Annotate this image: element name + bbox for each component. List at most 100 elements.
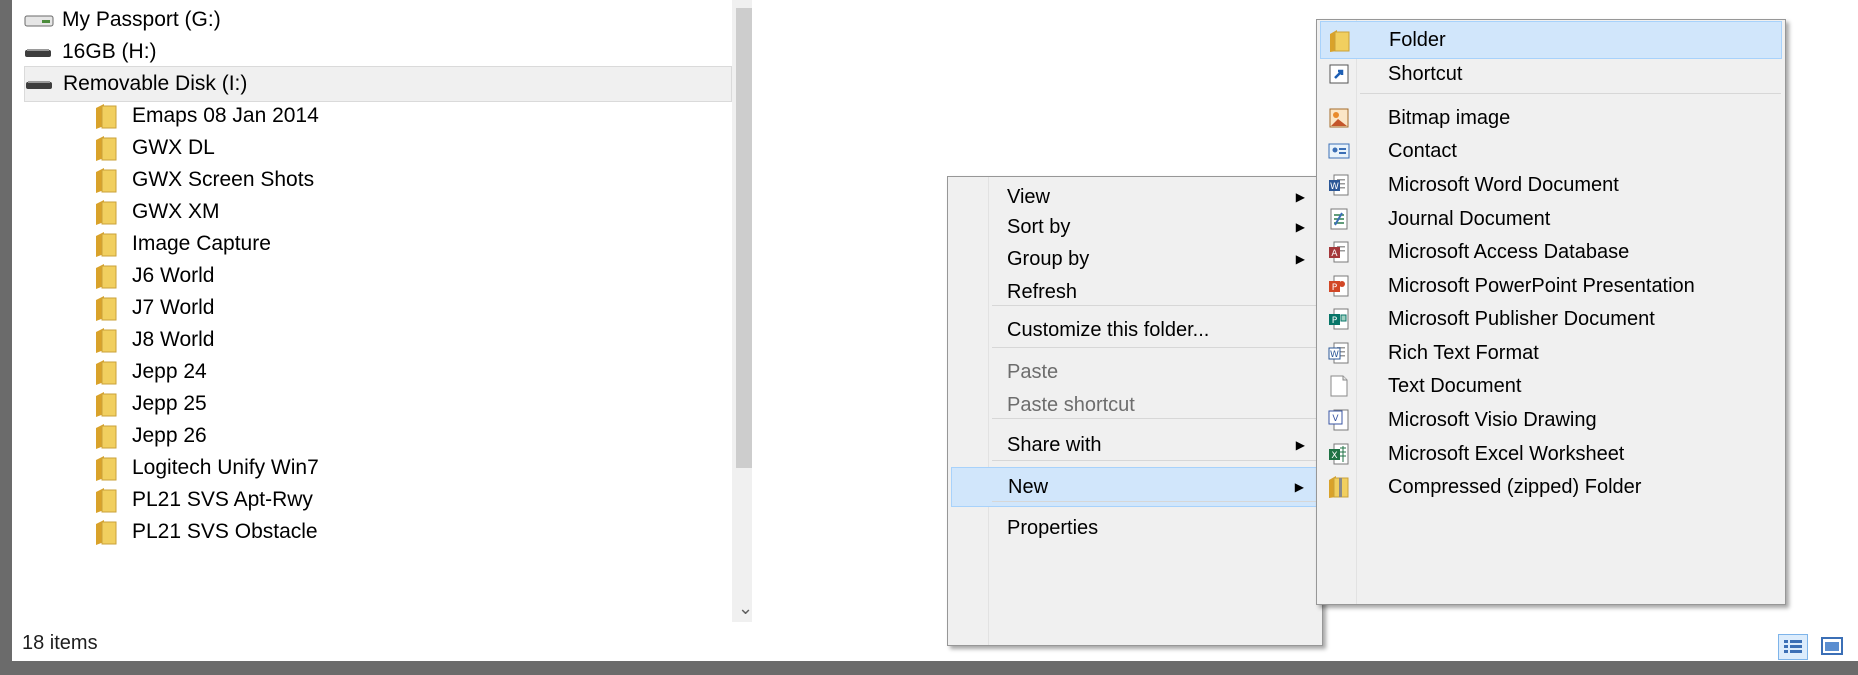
new-menu-item-microsoft-visio-drawing[interactable]: V Microsoft Visio Drawing bbox=[1320, 401, 1782, 439]
word-icon: W bbox=[1328, 173, 1350, 197]
large-icons-view-button[interactable] bbox=[1818, 634, 1848, 660]
folder-label: J8 World bbox=[132, 328, 215, 351]
powerpoint-icon: P bbox=[1328, 274, 1350, 298]
folder-icon bbox=[94, 294, 118, 322]
new-menu-item-folder[interactable]: Folder bbox=[1320, 21, 1782, 59]
menu-separator bbox=[992, 347, 1318, 348]
folder-label: Logitech Unify Win7 bbox=[132, 456, 319, 479]
nav-folder-item[interactable]: J7 World bbox=[94, 290, 714, 326]
nav-folder-item[interactable]: J8 World bbox=[94, 322, 714, 358]
nav-folder-item[interactable]: Logitech Unify Win7 bbox=[94, 450, 714, 486]
menu-item-label: Rich Text Format bbox=[1388, 341, 1539, 364]
new-menu-item-microsoft-publisher-document[interactable]: P Microsoft Publisher Document bbox=[1320, 300, 1782, 338]
nav-folder-item[interactable]: Jepp 24 bbox=[94, 354, 714, 390]
nav-folder-item[interactable]: PL21 SVS Obstacle bbox=[94, 514, 714, 550]
new-menu-item-contact[interactable]: Contact bbox=[1320, 132, 1782, 170]
rtf-icon: W bbox=[1328, 341, 1350, 365]
external-drive-icon bbox=[24, 12, 56, 28]
folder-label: J6 World bbox=[132, 264, 215, 287]
folder-icon bbox=[94, 518, 118, 546]
menu-item-label: Journal Document bbox=[1388, 207, 1551, 230]
usb-drive-icon bbox=[25, 76, 57, 92]
nav-folder-item[interactable]: J6 World bbox=[94, 258, 714, 294]
details-view-icon bbox=[1784, 640, 1802, 653]
context-menu-item-properties[interactable]: Properties bbox=[951, 508, 1319, 548]
menu-item-label: Bitmap image bbox=[1388, 106, 1511, 129]
menu-item-label: Paste bbox=[1007, 360, 1059, 383]
window-frame-left bbox=[0, 0, 12, 675]
folder-icon bbox=[94, 230, 118, 258]
nav-folder-item[interactable]: Image Capture bbox=[94, 226, 714, 262]
menu-item-label: Microsoft Publisher Document bbox=[1388, 307, 1655, 330]
folder-label: Emaps 08 Jan 2014 bbox=[132, 104, 319, 127]
folder-icon bbox=[94, 358, 118, 386]
menu-item-label: Group by bbox=[1007, 247, 1090, 270]
context-menu-item-share-with[interactable]: Share with ▶ bbox=[951, 425, 1319, 465]
contact-icon bbox=[1328, 139, 1350, 163]
submenu-arrow-icon: ▶ bbox=[1294, 480, 1304, 494]
context-menu-item-refresh[interactable]: Refresh bbox=[951, 272, 1319, 312]
menu-item-label: Sort by bbox=[1007, 215, 1071, 238]
folder-icon bbox=[94, 262, 118, 290]
folder-icon bbox=[94, 326, 118, 354]
navigation-pane: My Passport (G:) 16GB (H:) Removable Dis… bbox=[12, 0, 752, 622]
menu-item-label: Paste shortcut bbox=[1007, 393, 1135, 416]
status-bar: 18 items bbox=[12, 624, 1858, 661]
folder-label: Image Capture bbox=[132, 232, 271, 255]
nav-folder-item[interactable]: Jepp 26 bbox=[94, 418, 714, 454]
menu-item-label: Microsoft Access Database bbox=[1388, 240, 1630, 263]
shortcut-icon bbox=[1328, 62, 1350, 86]
folder-icon bbox=[94, 198, 118, 226]
svg-text:X: X bbox=[1331, 451, 1337, 461]
menu-item-label: Customize this folder... bbox=[1007, 318, 1210, 341]
folder-icon bbox=[94, 390, 118, 418]
vertical-scrollbar[interactable]: ⌄ bbox=[732, 0, 752, 622]
submenu-arrow-icon: ▶ bbox=[1295, 220, 1305, 234]
nav-folder-item[interactable]: GWX XM bbox=[94, 194, 714, 230]
context-menu: View ▶ Sort by ▶ Group by ▶ Refresh Customize t… bbox=[947, 176, 1323, 646]
scrollbar-thumb[interactable] bbox=[736, 8, 752, 468]
folder-label: GWX XM bbox=[132, 200, 220, 223]
nav-folder-item[interactable]: Emaps 08 Jan 2014 bbox=[94, 98, 714, 134]
nav-drive-my-passport[interactable]: My Passport (G:) bbox=[24, 2, 732, 38]
context-menu-item-paste-shortcut: Paste shortcut bbox=[951, 385, 1319, 425]
scroll-down-icon[interactable]: ⌄ bbox=[738, 598, 752, 619]
new-menu-item-text-document[interactable]: Text Document bbox=[1320, 367, 1782, 405]
details-view-button[interactable] bbox=[1778, 634, 1808, 660]
nav-folder-item[interactable]: GWX Screen Shots bbox=[94, 162, 714, 198]
menu-item-label: Properties bbox=[1007, 516, 1099, 539]
item-count: 18 items bbox=[22, 632, 98, 654]
folder-icon bbox=[94, 486, 118, 514]
menu-item-label: Shortcut bbox=[1388, 62, 1463, 85]
menu-separator bbox=[1360, 93, 1781, 94]
nav-folder-item[interactable]: GWX DL bbox=[94, 130, 714, 166]
submenu-arrow-icon: ▶ bbox=[1295, 438, 1305, 452]
context-menu-item-customize-this-folder[interactable]: Customize this folder... bbox=[951, 310, 1319, 350]
svg-text:V: V bbox=[1332, 414, 1339, 424]
folder-label: J7 World bbox=[132, 296, 215, 319]
nav-folder-item[interactable]: PL21 SVS Apt-Rwy bbox=[94, 482, 714, 518]
zip-folder-icon bbox=[1328, 475, 1350, 499]
folder-label: Jepp 26 bbox=[132, 424, 207, 447]
svg-text:A: A bbox=[1331, 249, 1338, 259]
folder-icon bbox=[94, 454, 118, 482]
large-icons-view-icon bbox=[1821, 637, 1843, 655]
new-menu-item-microsoft-word-document[interactable]: W Microsoft Word Document bbox=[1320, 166, 1782, 204]
menu-item-label: Microsoft Visio Drawing bbox=[1388, 408, 1597, 431]
usb-drive-icon bbox=[24, 44, 56, 60]
svg-text:P: P bbox=[1332, 316, 1338, 326]
excel-icon: X bbox=[1328, 442, 1350, 466]
svg-text:W: W bbox=[1330, 350, 1339, 360]
menu-item-label: Share with bbox=[1007, 433, 1102, 456]
text-document-icon bbox=[1328, 374, 1350, 398]
menu-item-label: New bbox=[1008, 475, 1049, 498]
new-menu-item-microsoft-access-database[interactable]: A Microsoft Access Database bbox=[1320, 233, 1782, 271]
nav-drive-16gb[interactable]: 16GB (H:) bbox=[24, 34, 732, 70]
nav-folder-item[interactable]: Jepp 25 bbox=[94, 386, 714, 422]
new-menu-item-shortcut[interactable]: Shortcut bbox=[1320, 55, 1782, 93]
menu-separator bbox=[992, 501, 1318, 502]
nav-drive-removable-disk[interactable]: Removable Disk (I:) bbox=[24, 66, 732, 102]
folder-icon bbox=[94, 102, 118, 130]
new-menu-item-compressed-zipped-folder[interactable]: Compressed (zipped) Folder bbox=[1320, 468, 1782, 506]
menu-item-label: Microsoft Word Document bbox=[1388, 173, 1619, 196]
